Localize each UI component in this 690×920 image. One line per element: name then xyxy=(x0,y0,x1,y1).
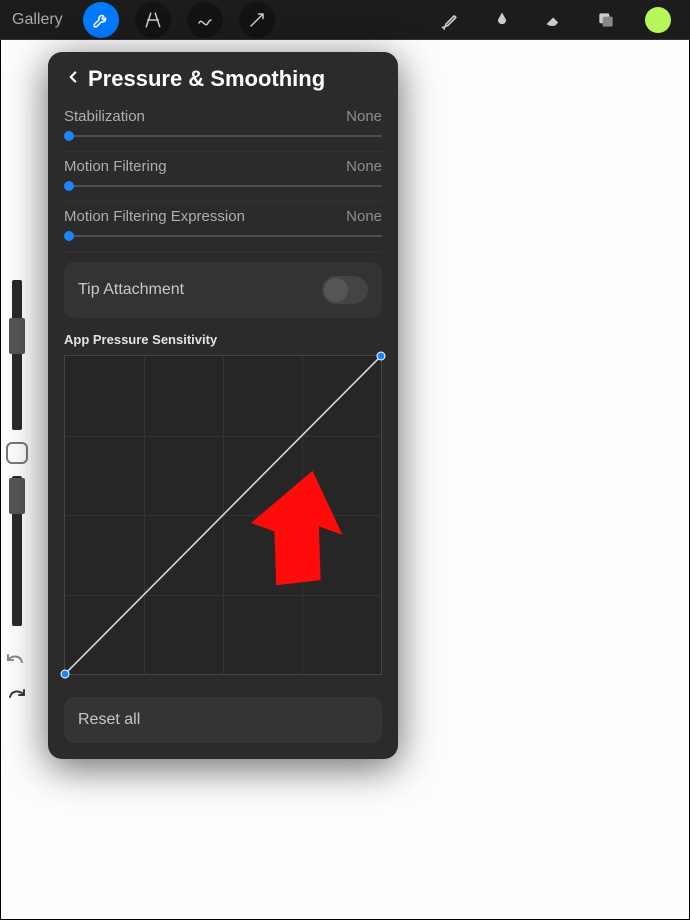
left-sidebar xyxy=(0,280,34,626)
stabilization-label: Stabilization xyxy=(64,108,145,125)
pressure-smoothing-popover: Pressure & Smoothing Stabilization None … xyxy=(48,52,398,759)
transform-icon[interactable] xyxy=(239,2,275,38)
adjustments-icon[interactable] xyxy=(135,2,171,38)
gallery-button[interactable]: Gallery xyxy=(8,11,73,29)
annotation-arrow-icon xyxy=(238,470,358,610)
color-picker-button[interactable] xyxy=(640,2,676,38)
toolbar-right-group xyxy=(426,2,682,38)
curve-handle-end[interactable] xyxy=(376,351,386,361)
modify-button[interactable] xyxy=(6,442,28,464)
opacity-thumb[interactable] xyxy=(9,478,25,514)
stabilization-value: None xyxy=(346,108,382,125)
reset-all-button[interactable]: Reset all xyxy=(64,697,382,743)
motion-filtering-expression-value: None xyxy=(346,208,382,225)
slider-thumb-icon[interactable] xyxy=(64,231,74,241)
motion-filtering-expression-slider[interactable] xyxy=(64,235,382,237)
pressure-curve-title: App Pressure Sensitivity xyxy=(64,332,382,347)
tip-attachment-label: Tip Attachment xyxy=(78,281,184,299)
eraser-icon[interactable] xyxy=(536,2,572,38)
undo-icon[interactable] xyxy=(4,650,28,679)
curve-handle-start[interactable] xyxy=(60,669,70,679)
popover-title: Pressure & Smoothing xyxy=(88,66,325,92)
stabilization-row: Stabilization None xyxy=(64,102,382,152)
popover-body: Stabilization None Motion Filtering None… xyxy=(48,102,398,759)
brush-icon[interactable] xyxy=(432,2,468,38)
stabilization-slider[interactable] xyxy=(64,135,382,137)
tip-attachment-row: Tip Attachment xyxy=(64,262,382,318)
smudge-icon[interactable] xyxy=(484,2,520,38)
color-swatch-icon xyxy=(645,7,671,33)
brush-size-slider[interactable] xyxy=(12,280,22,430)
motion-filtering-slider[interactable] xyxy=(64,185,382,187)
back-chevron-icon[interactable] xyxy=(64,68,82,91)
wrench-icon[interactable] xyxy=(83,2,119,38)
motion-filtering-label: Motion Filtering xyxy=(64,158,167,175)
tip-attachment-toggle[interactable] xyxy=(322,276,368,304)
brush-size-thumb[interactable] xyxy=(9,318,25,354)
top-toolbar: Gallery xyxy=(0,0,690,40)
motion-filtering-value: None xyxy=(346,158,382,175)
motion-filtering-row: Motion Filtering None xyxy=(64,152,382,202)
motion-filtering-expression-row: Motion Filtering Expression None xyxy=(64,202,382,252)
motion-filtering-expression-label: Motion Filtering Expression xyxy=(64,208,245,225)
layers-icon[interactable] xyxy=(588,2,624,38)
toolbar-left-group: Gallery xyxy=(8,2,281,38)
switch-knob-icon xyxy=(324,278,348,302)
slider-thumb-icon[interactable] xyxy=(64,131,74,141)
undo-redo-group xyxy=(4,650,28,714)
selection-icon[interactable] xyxy=(187,2,223,38)
popover-header: Pressure & Smoothing xyxy=(48,52,398,102)
opacity-slider[interactable] xyxy=(12,476,22,626)
redo-icon[interactable] xyxy=(4,685,28,714)
slider-thumb-icon[interactable] xyxy=(64,181,74,191)
